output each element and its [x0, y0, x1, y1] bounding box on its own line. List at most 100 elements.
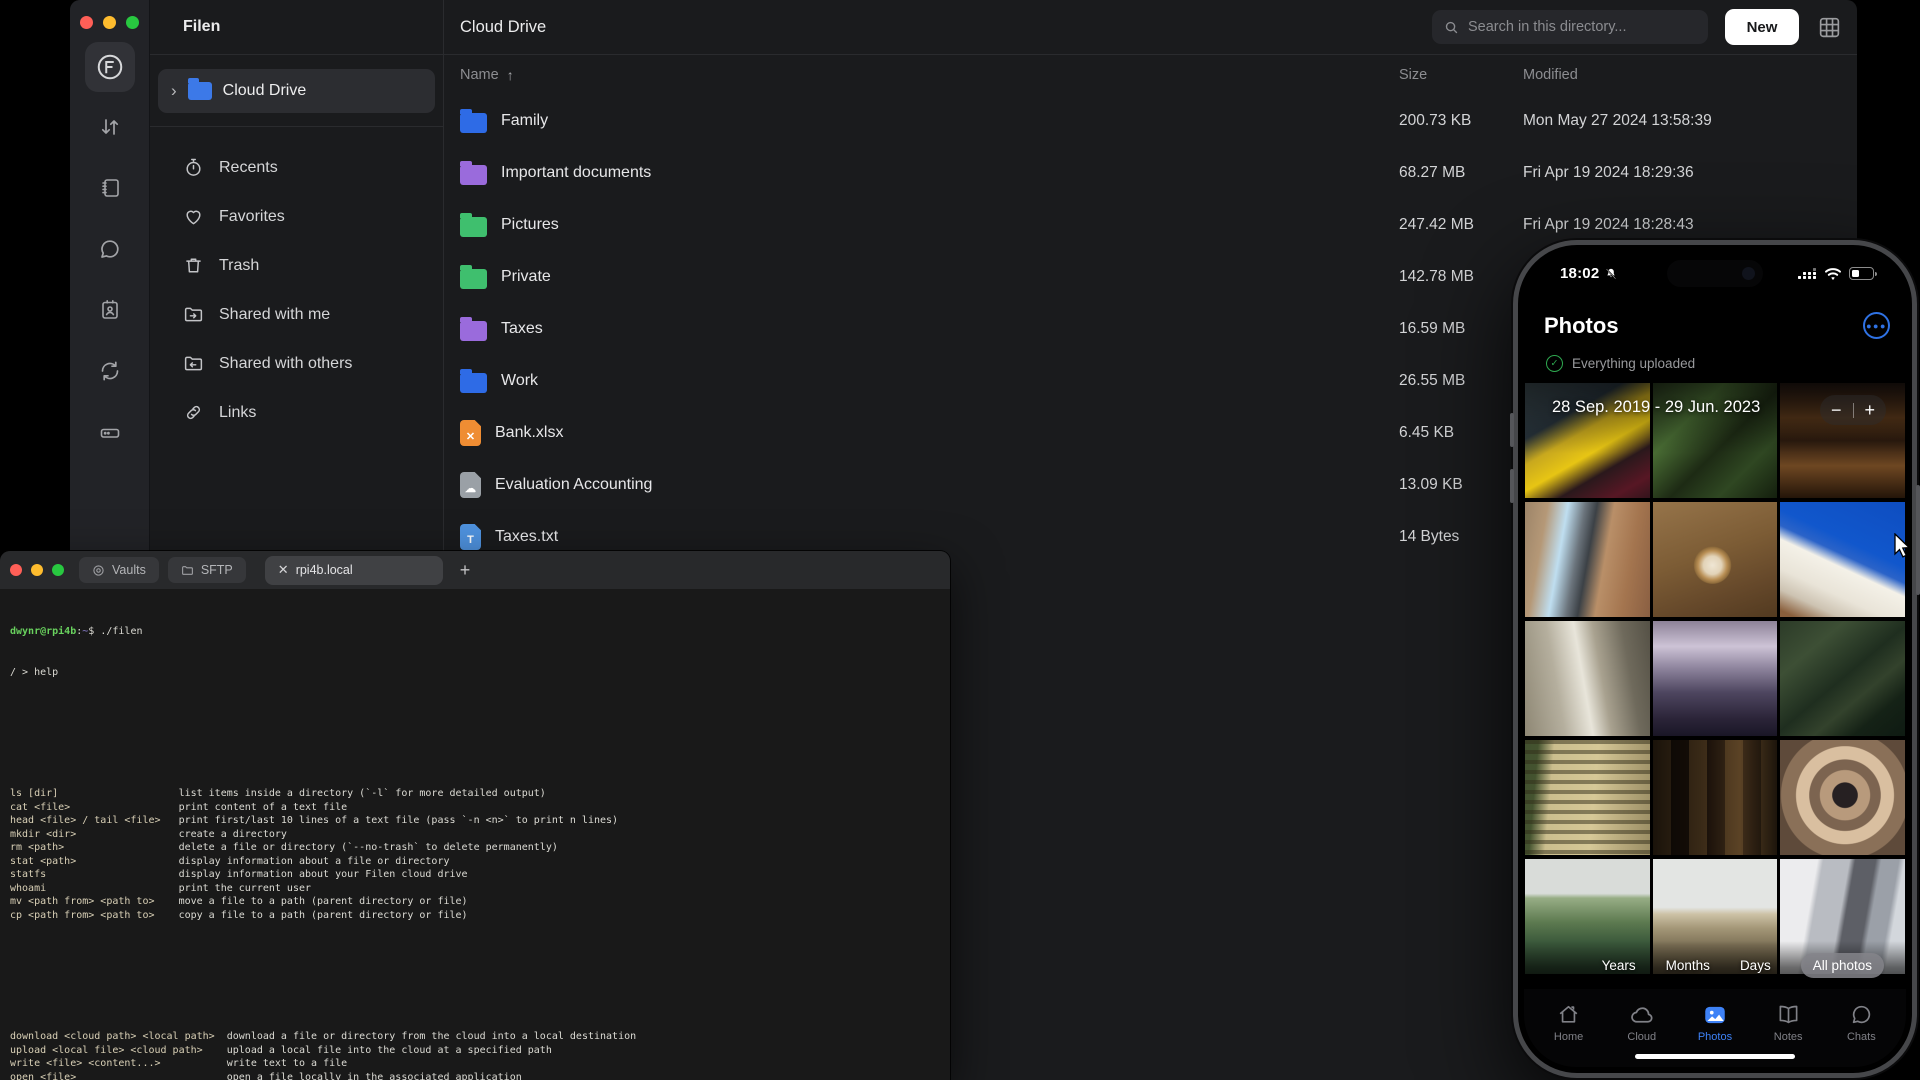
zoom-window-button[interactable]	[52, 564, 64, 576]
sync-icon[interactable]	[88, 349, 132, 393]
file-name: Family	[501, 112, 548, 130]
help-line: whoamiprint the current user	[10, 882, 950, 896]
column-modified[interactable]: Modified	[1523, 67, 1857, 83]
column-size[interactable]: Size	[1399, 67, 1523, 83]
photo-thumbnail[interactable]	[1780, 621, 1905, 736]
search-box[interactable]	[1432, 10, 1708, 44]
help-line: cat <file>print content of a text file	[10, 801, 950, 815]
timeline-segment[interactable]: All photos	[1801, 953, 1884, 978]
timeline-segment[interactable]: Months	[1666, 958, 1710, 973]
desktop: Filen › Cloud Drive Recents Favorites T	[0, 0, 1920, 1080]
contacts-icon[interactable]	[88, 288, 132, 332]
tab-vaults[interactable]: Vaults	[79, 557, 159, 583]
volume-up-button	[1510, 413, 1514, 447]
file-size: 200.73 KB	[1399, 112, 1523, 130]
chat-icon[interactable]	[88, 227, 132, 271]
content-topbar: Cloud Drive New	[444, 0, 1857, 55]
zoom-out-button[interactable]: −	[1820, 401, 1853, 419]
sort-ascending-icon[interactable]: ↑	[507, 67, 514, 83]
cellular-signal-icon	[1798, 267, 1817, 280]
minimize-window-button[interactable]	[103, 16, 116, 29]
notes-icon[interactable]	[88, 166, 132, 210]
wifi-icon	[1824, 267, 1842, 280]
shell-prompt-line: dwynr@rpi4b:~$ ./filen	[10, 625, 950, 639]
page-title: Cloud Drive	[460, 18, 546, 37]
file-name: Taxes	[501, 320, 543, 338]
drive-icon[interactable]	[88, 410, 132, 454]
photos-icon	[1702, 1002, 1728, 1027]
sidebar-item-trash[interactable]: Trash	[150, 241, 443, 290]
sidebar-item-shared-with-others[interactable]: Shared with others	[150, 339, 443, 388]
sidebar-item-recents[interactable]: Recents	[150, 143, 443, 192]
help-line: mkdir <dir>create a directory	[10, 828, 950, 842]
vault-icon	[92, 564, 105, 577]
file-type-icon	[460, 321, 487, 341]
help-line: statfsdisplay information about your Fil…	[10, 868, 950, 882]
file-type-icon	[460, 113, 487, 133]
power-button	[1916, 485, 1920, 595]
tab-rpi4b-local[interactable]: ✕ rpi4b.local	[265, 556, 443, 585]
file-type-icon: ☁	[460, 472, 481, 498]
timeline-segment[interactable]: Years	[1602, 958, 1636, 973]
filen-logo[interactable]	[85, 42, 135, 92]
column-header: Name ↑ Size Modified	[444, 55, 1857, 95]
tab-home[interactable]: Home	[1537, 1002, 1601, 1067]
terminal-output: dwynr@rpi4b:~$ ./filen / > help ls [dir]…	[0, 589, 950, 1080]
photo-thumbnail[interactable]	[1653, 502, 1778, 617]
file-row[interactable]: Family 200.73 KB Mon May 27 2024 13:58:3…	[444, 95, 1857, 147]
photo-thumbnail[interactable]	[1653, 621, 1778, 736]
new-button[interactable]: New	[1725, 9, 1799, 45]
status-bar: 18:02	[1524, 265, 1906, 282]
new-tab-button[interactable]: +	[460, 560, 471, 581]
battery-icon	[1849, 267, 1874, 280]
link-icon	[183, 402, 204, 423]
tab-sftp[interactable]: SFTP	[168, 557, 246, 583]
file-name: Private	[501, 268, 551, 286]
photo-thumbnail[interactable]	[1525, 502, 1650, 617]
zoom-in-button[interactable]: +	[1854, 401, 1887, 419]
traffic-lights	[80, 16, 139, 29]
file-row[interactable]: Important documents 68.27 MB Fri Apr 19 …	[444, 147, 1857, 199]
home-indicator[interactable]	[1635, 1054, 1795, 1059]
more-options-button[interactable]: ●●●	[1863, 312, 1890, 339]
zoom-window-button[interactable]	[126, 16, 139, 29]
grid-view-icon[interactable]	[1816, 14, 1842, 40]
file-type-icon: ✕	[460, 420, 481, 446]
photo-thumbnail[interactable]	[1780, 740, 1905, 855]
help-line: write <file> <content...>write text to a…	[10, 1057, 950, 1071]
file-modified: Mon May 27 2024 13:58:39	[1523, 112, 1857, 130]
cli-echo-line: / > help	[10, 666, 950, 680]
bell-muted-icon	[1604, 267, 1618, 281]
timeline-segment[interactable]: Days	[1740, 958, 1771, 973]
close-window-button[interactable]	[10, 564, 22, 576]
chevron-right-icon[interactable]: ›	[171, 82, 177, 99]
sidebar-item-cloud-drive[interactable]: › Cloud Drive	[158, 69, 435, 113]
transfers-icon[interactable]	[88, 105, 132, 149]
sidebar-item-favorites[interactable]: Favorites	[150, 192, 443, 241]
help-line: open <file>open a file locally in the as…	[10, 1071, 950, 1080]
file-type-icon	[460, 373, 487, 393]
help-line: stat <path>display information about a f…	[10, 855, 950, 869]
photo-thumbnail[interactable]	[1780, 502, 1905, 617]
photo-thumbnail[interactable]	[1525, 740, 1650, 855]
recents-icon	[183, 157, 204, 178]
column-name[interactable]: Name	[460, 67, 499, 83]
file-name: Taxes.txt	[495, 528, 558, 546]
terminal-titlebar: Vaults SFTP ✕ rpi4b.local +	[0, 551, 950, 589]
check-circle-icon: ✓	[1546, 355, 1563, 372]
close-window-button[interactable]	[80, 16, 93, 29]
close-tab-icon[interactable]: ✕	[278, 562, 289, 578]
date-range-label: 28 Sep. 2019 - 29 Jun. 2023	[1552, 398, 1760, 417]
file-size: 247.42 MB	[1399, 216, 1523, 234]
photo-thumbnail[interactable]	[1525, 621, 1650, 736]
sidebar-item-shared-with-me[interactable]: Shared with me	[150, 290, 443, 339]
photo-thumbnail[interactable]	[1653, 740, 1778, 855]
file-size: 16.59 MB	[1399, 320, 1523, 338]
help-line: cp <path from> <path to>copy a file to a…	[10, 909, 950, 923]
search-input[interactable]	[1468, 19, 1696, 35]
rail-icons	[70, 105, 150, 454]
sidebar-item-links[interactable]: Links	[150, 388, 443, 437]
minimize-window-button[interactable]	[31, 564, 43, 576]
heart-icon	[183, 206, 204, 227]
tab-chats[interactable]: Chats	[1829, 1002, 1893, 1067]
